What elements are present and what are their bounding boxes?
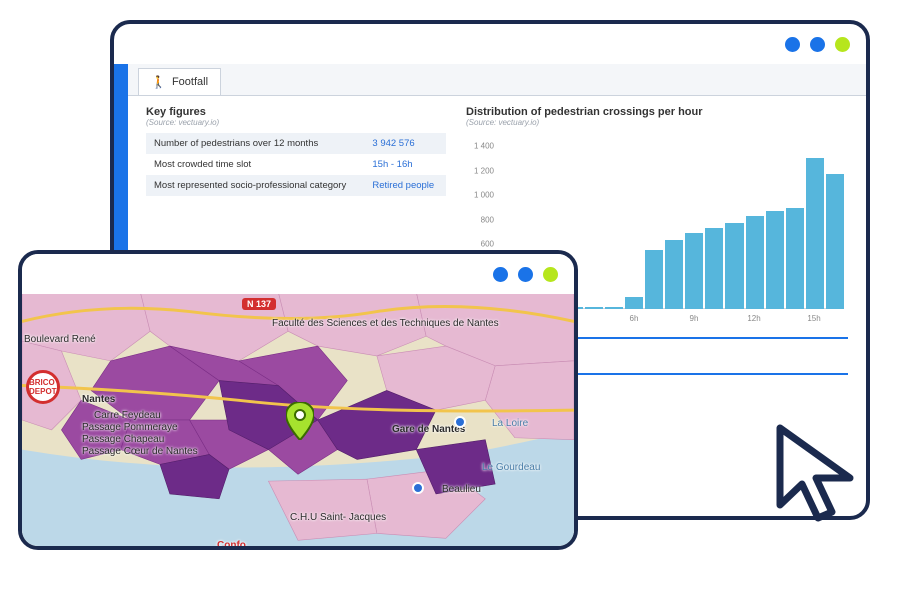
chart-bar <box>826 174 844 309</box>
chart-bar <box>746 216 764 309</box>
y-tick-label: 800 <box>466 215 494 224</box>
map-label-nantes: Nantes <box>82 394 115 405</box>
chart-bar <box>705 228 723 309</box>
map-label-loire: La Loire <box>492 418 528 429</box>
table-row: Number of pedestrians over 12 months 3 9… <box>146 133 446 154</box>
road-badge: N 137 <box>242 298 276 310</box>
window-dot-icon[interactable] <box>543 267 558 282</box>
table-row: Most represented socio-professional cate… <box>146 175 446 196</box>
tab-footfall[interactable]: 🚶 Footfall <box>138 68 221 95</box>
y-tick-label: 1 200 <box>466 166 494 175</box>
window-titlebar <box>22 254 574 294</box>
map-window: N 137 Faculté des Sciences et des Techni… <box>18 250 578 550</box>
chart-bar <box>806 158 824 309</box>
map-label-conforama: Confo <box>217 540 246 546</box>
chart-bar <box>685 233 703 309</box>
tab-label: Footfall <box>172 76 208 88</box>
cursor-arrow-icon <box>770 420 880 530</box>
chart-source: (Source: vectuary.io) <box>466 118 848 127</box>
map-label-coeur: Passage Cœur de Nantes <box>82 446 198 457</box>
x-tick-label: 12h <box>747 314 760 323</box>
y-tick-label: 1 000 <box>466 191 494 200</box>
window-titlebar <box>114 24 866 64</box>
window-dot-icon[interactable] <box>518 267 533 282</box>
chart-bar <box>725 223 743 309</box>
map-label-chapeau: Passage Chapeau <box>82 434 164 445</box>
x-tick-label: 6h <box>630 314 639 323</box>
window-dot-icon[interactable] <box>493 267 508 282</box>
chart-bar <box>665 240 683 309</box>
kf-label: Number of pedestrians over 12 months <box>146 133 364 154</box>
store-marker-icon[interactable] <box>454 416 466 428</box>
kf-label: Most crowded time slot <box>146 154 364 175</box>
window-dot-icon[interactable] <box>835 37 850 52</box>
y-tick-label: 1 400 <box>466 142 494 151</box>
y-tick-label: 600 <box>466 240 494 249</box>
window-dot-icon[interactable] <box>810 37 825 52</box>
chart-title: Distribution of pedestrian crossings per… <box>466 106 848 118</box>
map-label-faculte: Faculté des Sciences et des Techniques d… <box>272 318 499 329</box>
kf-value: 3 942 576 <box>364 133 446 154</box>
chart-bar <box>766 211 784 309</box>
chart-bar <box>585 307 603 309</box>
kf-value: 15h - 16h <box>364 154 446 175</box>
location-pin-icon[interactable] <box>286 402 314 440</box>
map-label-boulevard: Boulevard René <box>24 334 96 345</box>
window-dot-icon[interactable] <box>785 37 800 52</box>
x-tick-label: 9h <box>690 314 699 323</box>
map-label-pommeraye: Passage Pommeraye <box>82 422 178 433</box>
x-tick-label: 15h <box>807 314 820 323</box>
walk-icon: 🚶 <box>151 75 166 89</box>
map-label-beaulieu: Beaulieu <box>442 484 481 495</box>
store-marker-icon[interactable] <box>412 482 424 494</box>
section-source: (Source: vectuary.io) <box>146 118 446 127</box>
table-row: Most crowded time slot 15h - 16h <box>146 154 446 175</box>
chart-bar <box>625 297 643 309</box>
key-figures-table: Number of pedestrians over 12 months 3 9… <box>146 133 446 196</box>
tab-strip: 🚶 Footfall <box>128 64 866 96</box>
section-title: Key figures <box>146 106 446 118</box>
brand-brico-icon: BRICO DEPOT <box>26 370 60 404</box>
map-canvas[interactable]: N 137 Faculté des Sciences et des Techni… <box>22 294 574 546</box>
chart-bar <box>645 250 663 309</box>
chart-bar <box>786 208 804 309</box>
map-label-chu: C.H.U Saint- Jacques <box>290 512 386 523</box>
kf-label: Most represented socio-professional cate… <box>146 175 364 196</box>
kf-value: Retired people <box>364 175 446 196</box>
map-label-gourdeau: Le Gourdeau <box>482 462 540 473</box>
map-label-feydeau: Carre Feydeau <box>94 410 161 421</box>
chart-bar <box>605 307 623 309</box>
